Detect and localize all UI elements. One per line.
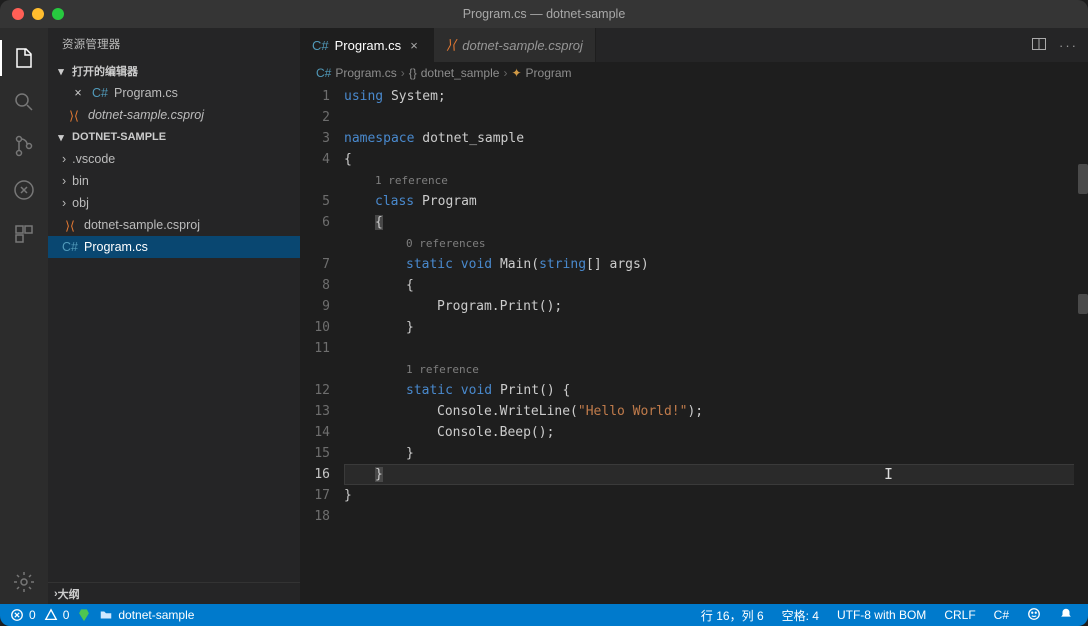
status-feedback-icon[interactable] bbox=[1022, 607, 1046, 624]
xml-file-icon: ⟩⟨ bbox=[446, 37, 456, 53]
tab-label: Program.cs bbox=[335, 38, 401, 53]
activity-bar bbox=[0, 28, 48, 604]
split-editor-icon[interactable] bbox=[1031, 36, 1047, 55]
tab-csproj[interactable]: ⟩⟨ dotnet-sample.csproj bbox=[434, 28, 596, 62]
codelens-main[interactable]: 0 references bbox=[406, 233, 485, 254]
chevron-right-icon: › bbox=[62, 174, 66, 188]
window-minimize[interactable] bbox=[32, 8, 44, 20]
file-item[interactable]: ⟩⟨ dotnet-sample.csproj bbox=[48, 214, 300, 236]
window-title: Program.cs — dotnet-sample bbox=[0, 7, 1088, 21]
more-icon[interactable]: ··· bbox=[1059, 38, 1078, 53]
open-editors-section[interactable]: ▾打开的编辑器 bbox=[48, 60, 300, 82]
explorer-icon[interactable] bbox=[0, 36, 48, 80]
status-notifications-icon[interactable] bbox=[1054, 607, 1078, 624]
explorer-title: 资源管理器 bbox=[48, 28, 300, 60]
csharp-file-icon: C# bbox=[312, 38, 329, 53]
status-language[interactable]: C# bbox=[989, 608, 1014, 622]
status-indentation[interactable]: 空格: 4 bbox=[777, 607, 824, 624]
status-bar: 0 0 dotnet-sample 行 16，列 6 空格: 4 UTF-8 w… bbox=[0, 604, 1088, 626]
open-editor-label: Program.cs bbox=[114, 86, 178, 100]
breadcrumb[interactable]: C# Program.cs › {}dotnet_sample › ✦Progr… bbox=[300, 62, 1088, 84]
status-git[interactable] bbox=[77, 608, 91, 622]
settings-icon[interactable] bbox=[0, 560, 48, 604]
status-errors[interactable]: 0 bbox=[10, 608, 36, 622]
open-editor-item[interactable]: × C# Program.cs bbox=[48, 82, 300, 104]
folder-item[interactable]: › bin bbox=[48, 170, 300, 192]
extensions-icon[interactable] bbox=[0, 212, 48, 256]
tab-label: dotnet-sample.csproj bbox=[462, 38, 583, 53]
folder-item[interactable]: › .vscode bbox=[48, 148, 300, 170]
csharp-file-icon: C# bbox=[62, 240, 78, 254]
workspace-section[interactable]: ▾DOTNET-SAMPLE bbox=[48, 126, 300, 148]
folder-item[interactable]: › obj bbox=[48, 192, 300, 214]
status-encoding[interactable]: UTF-8 with BOM bbox=[832, 608, 931, 622]
open-editor-label: dotnet-sample.csproj bbox=[88, 108, 204, 122]
codelens-class[interactable]: 1 reference bbox=[375, 170, 448, 191]
tab-bar: C# Program.cs × ⟩⟨ dotnet-sample.csproj … bbox=[300, 28, 1088, 62]
chevron-right-icon: › bbox=[62, 152, 66, 166]
text-cursor-icon: I bbox=[884, 464, 893, 485]
debug-icon[interactable] bbox=[0, 168, 48, 212]
line-numbers: 1234 56 7891011 12131415161718 bbox=[300, 84, 344, 604]
editor-area: C# Program.cs × ⟩⟨ dotnet-sample.csproj … bbox=[300, 28, 1088, 604]
window-close[interactable] bbox=[12, 8, 24, 20]
code-editor[interactable]: 1234 56 7891011 12131415161718 using Sys… bbox=[300, 84, 1088, 604]
outline-section[interactable]: ›大纲 bbox=[48, 582, 300, 604]
explorer-panel: 资源管理器 ▾打开的编辑器 × C# Program.cs ⟩⟨ dotnet-… bbox=[48, 28, 300, 604]
source-control-icon[interactable] bbox=[0, 124, 48, 168]
status-eol[interactable]: CRLF bbox=[939, 608, 980, 622]
status-folder[interactable]: dotnet-sample bbox=[99, 608, 194, 622]
codelens-print[interactable]: 1 reference bbox=[406, 359, 479, 380]
status-warnings[interactable]: 0 bbox=[44, 608, 70, 622]
status-cursor-position[interactable]: 行 16，列 6 bbox=[696, 607, 769, 624]
titlebar: Program.cs — dotnet-sample bbox=[0, 0, 1088, 28]
close-icon[interactable]: × bbox=[70, 86, 86, 100]
search-icon[interactable] bbox=[0, 80, 48, 124]
file-item[interactable]: C# Program.cs bbox=[48, 236, 300, 258]
chevron-right-icon: › bbox=[62, 196, 66, 210]
csharp-file-icon: C# bbox=[316, 66, 331, 80]
close-icon[interactable]: × bbox=[407, 38, 421, 53]
window-maximize[interactable] bbox=[52, 8, 64, 20]
open-editor-item[interactable]: ⟩⟨ dotnet-sample.csproj bbox=[48, 104, 300, 126]
csharp-file-icon: C# bbox=[92, 86, 108, 100]
xml-file-icon: ⟩⟨ bbox=[66, 108, 82, 123]
minimap[interactable] bbox=[1074, 84, 1088, 604]
tab-program-cs[interactable]: C# Program.cs × bbox=[300, 28, 434, 62]
xml-file-icon: ⟩⟨ bbox=[62, 218, 78, 233]
